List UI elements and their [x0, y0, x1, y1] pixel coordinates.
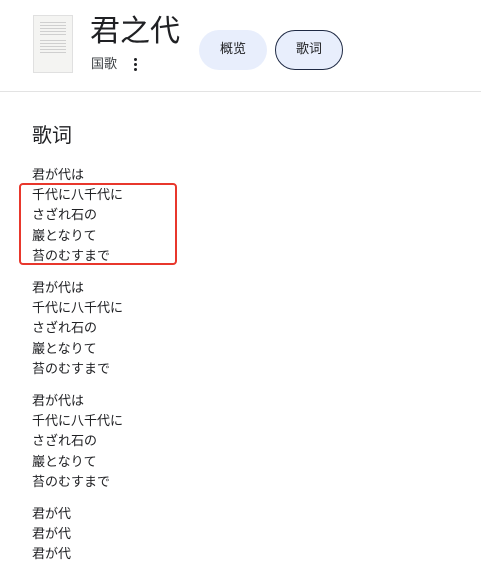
- lyric-line: 苔のむすまで: [32, 248, 111, 264]
- lyric-line: 苔のむすまで: [32, 361, 111, 377]
- lyric-line: 苔のむすまで: [32, 474, 111, 490]
- lyric-line: 君が代: [32, 547, 72, 563]
- lyric-line: 千代に八千代に: [32, 188, 124, 204]
- lyrics-stanza: 君が代は 千代に八千代に さざれ石の 巖となりて 苔のむすまで: [32, 166, 452, 267]
- lyrics-stanza: 君が代は 千代に八千代に さざれ石の 巖となりて 苔のむすまで: [32, 392, 452, 493]
- entity-subtitle: 国歌: [91, 57, 118, 72]
- lyric-line: 千代に八千代に: [32, 301, 124, 317]
- lyric-line: 巖となりて: [32, 454, 97, 470]
- lyric-line: 君が代: [32, 527, 72, 543]
- lyric-line: 君が代は: [32, 394, 85, 410]
- page-title: 君之代: [90, 14, 180, 49]
- sheet-music-thumbnail[interactable]: [33, 15, 73, 73]
- lyrics-section-title: 歌词: [32, 123, 72, 147]
- lyrics-stanza: 君が代 君が代 君が代: [32, 505, 452, 566]
- lyric-line: 君が代: [32, 507, 72, 523]
- tab-overview[interactable]: 概览: [199, 30, 267, 70]
- header-divider: [0, 91, 481, 92]
- tab-lyrics[interactable]: 歌词: [275, 30, 343, 70]
- lyrics-body: 君が代は 千代に八千代に さざれ石の 巖となりて 苔のむすまで 君が代は 千代に…: [32, 166, 452, 576]
- lyric-line: 巖となりて: [32, 228, 97, 244]
- kebab-menu-icon[interactable]: [128, 56, 142, 72]
- lyrics-stanza: 君が代は 千代に八千代に さざれ石の 巖となりて 苔のむすまで: [32, 279, 452, 380]
- lyric-line: 君が代は: [32, 281, 85, 297]
- knowledge-panel-header: 君之代 国歌 概览 歌词: [0, 0, 481, 92]
- page: 君之代 国歌 概览 歌词 歌词 君が代は 千代に八千代に さざれ石の 巖となりて…: [0, 0, 481, 576]
- lyric-line: 君が代は: [32, 168, 85, 183]
- lyric-line: さざれ石の: [32, 208, 98, 224]
- lyric-line: さざれ石の: [32, 321, 98, 337]
- lyric-line: さざれ石の: [32, 434, 98, 450]
- lyric-line: 巖となりて: [32, 341, 97, 357]
- lyric-line: 千代に八千代に: [32, 414, 124, 430]
